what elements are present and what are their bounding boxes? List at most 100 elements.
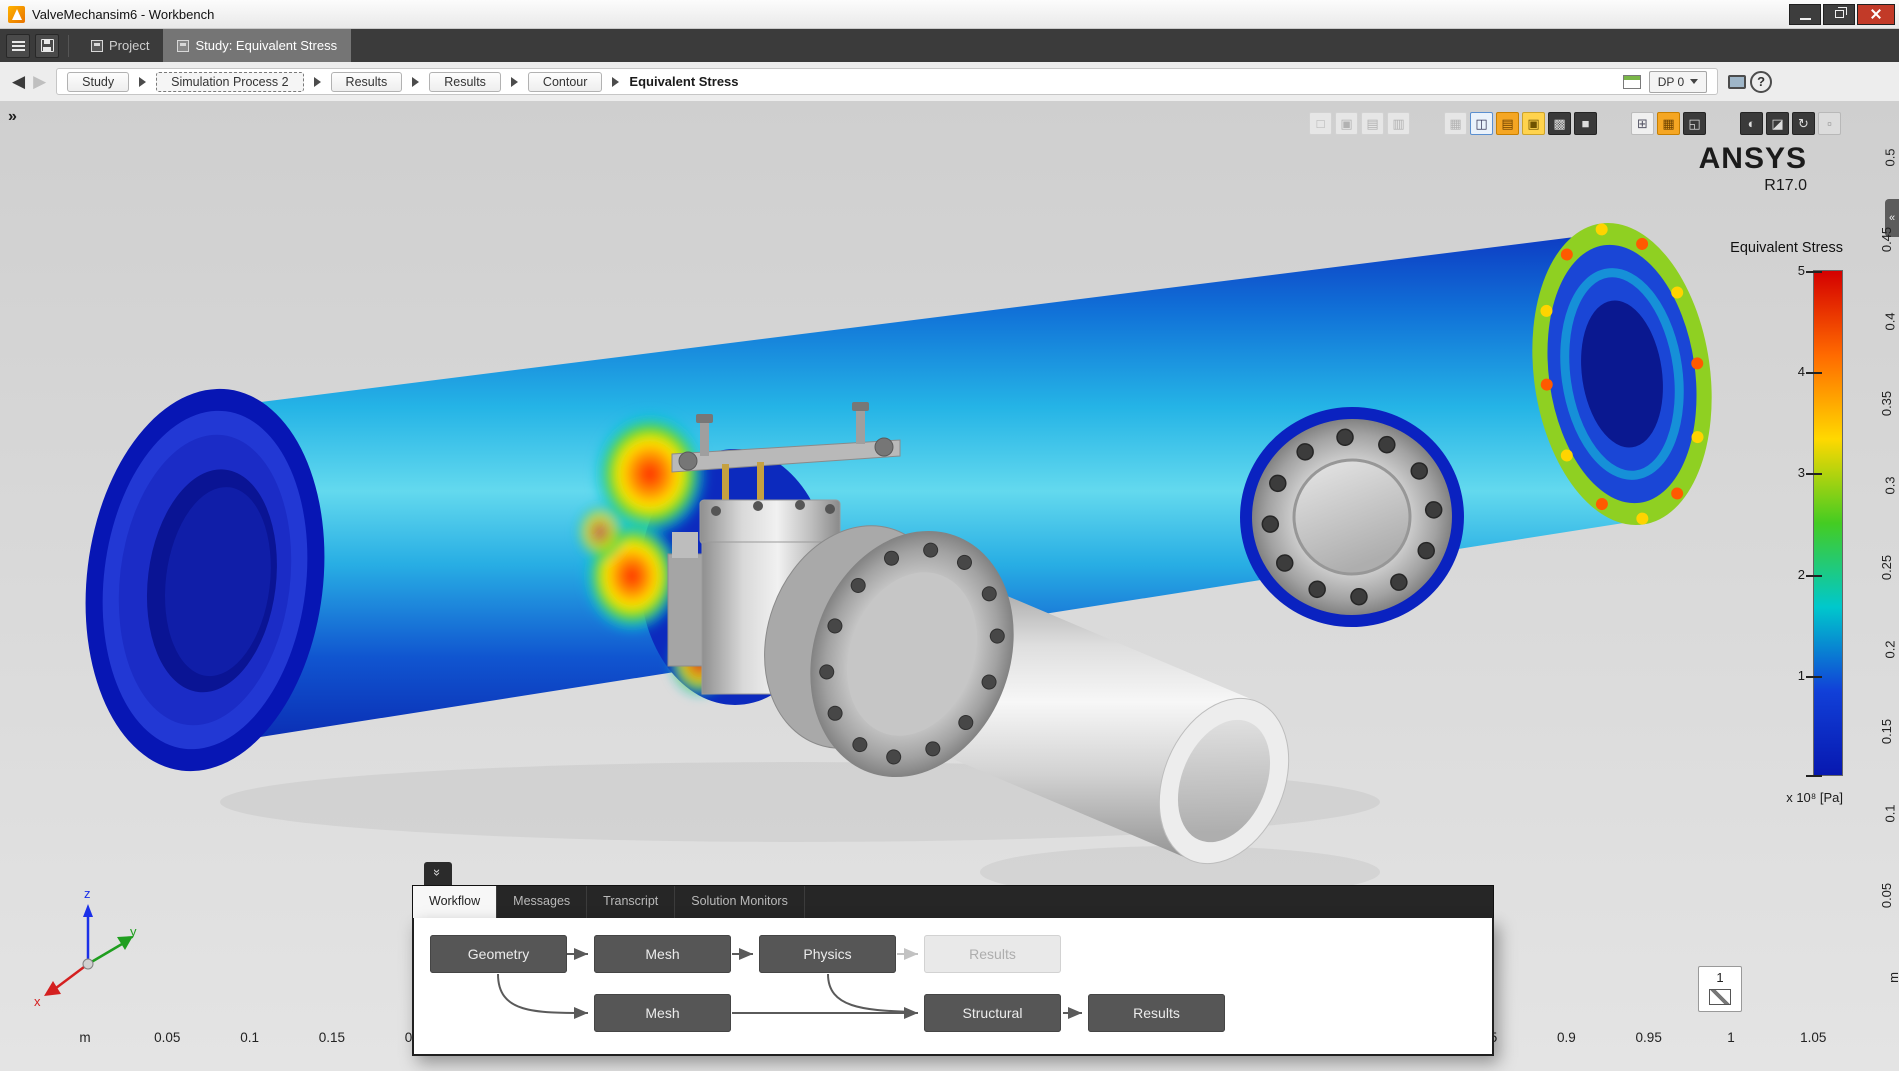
minimize-button[interactable] <box>1789 4 1821 25</box>
h-ruler-label: 0.15 <box>319 1030 345 1045</box>
result-set-number: 1 <box>1699 970 1741 985</box>
stress-legend: Equivalent Stress 5 4 3 2 1 x 10⁸ [Pa] <box>1703 240 1843 805</box>
legend-toggle-icon[interactable]: ▤ <box>1496 112 1519 135</box>
ruler-toggle-icon[interactable]: ▩ <box>1548 112 1571 135</box>
workflow-tab-workflow[interactable]: Workflow <box>413 886 497 918</box>
menubar-divider <box>68 35 69 57</box>
legend-tickmark <box>1806 676 1822 678</box>
tab-study-equivalent-stress[interactable]: Study: Equivalent Stress <box>163 29 351 62</box>
rotate-view-icon[interactable]: ↻ <box>1792 112 1815 135</box>
triad-toggle-icon[interactable]: ▣ <box>1522 112 1545 135</box>
workflow-node-results-disabled[interactable]: Results <box>924 935 1061 973</box>
breadcrumb-current: Equivalent Stress <box>629 74 738 89</box>
snapshot-icon[interactable]: ▫ <box>1818 112 1841 135</box>
breadcrumb-item[interactable]: Contour <box>528 72 602 92</box>
image-icon <box>1709 989 1731 1005</box>
lighting-icon[interactable]: ◐ <box>1740 112 1763 135</box>
breadcrumb-separator-icon <box>412 77 419 87</box>
legend-tick-label: 2 <box>1798 567 1805 582</box>
workflow-canvas: Geometry Mesh Physics Results Mesh Struc… <box>412 918 1494 1056</box>
legend-tickmark <box>1806 473 1822 475</box>
help-button[interactable]: ? <box>1750 71 1772 93</box>
legend-title: Equivalent Stress <box>1703 240 1843 256</box>
chart-tool-icon[interactable]: ▤ <box>1361 112 1384 135</box>
breadcrumb-item[interactable]: Study <box>67 72 129 92</box>
expand-panel-button[interactable]: » <box>8 108 17 126</box>
breadcrumb-item[interactable]: Results <box>331 72 403 92</box>
new-section-icon[interactable]: ⊞ <box>1631 112 1654 135</box>
workflow-tab-messages[interactable]: Messages <box>497 886 587 918</box>
ansys-app-logo-icon <box>8 6 25 23</box>
brand-name: ANSYS <box>1699 144 1807 174</box>
study-icon <box>177 40 189 52</box>
plane-tool-icon[interactable]: □ <box>1309 112 1332 135</box>
ansys-brand: ANSYS R17.0 <box>1699 144 1807 195</box>
breadcrumb-separator-icon <box>612 77 619 87</box>
workflow-tab-solution-monitors[interactable]: Solution Monitors <box>675 886 805 918</box>
h-ruler-label: 0.1 <box>240 1030 259 1045</box>
shadow-icon[interactable]: ◪ <box>1766 112 1789 135</box>
forward-button[interactable]: ▶ <box>33 73 46 90</box>
legend-tick-label: 4 <box>1798 364 1805 379</box>
outline-icon[interactable]: ▦ <box>1444 112 1467 135</box>
view-tools: ⊞▦◱ <box>1631 112 1706 135</box>
legend-tick-label: 3 <box>1798 465 1805 480</box>
restore-icon <box>1835 10 1844 18</box>
legend-tick-label: 1 <box>1798 668 1805 683</box>
workflow-panel: » WorkflowMessagesTranscriptSolution Mon… <box>412 862 1494 1056</box>
restore-button[interactable] <box>1823 4 1855 25</box>
fit-view-icon[interactable]: ◱ <box>1683 112 1706 135</box>
legend-tickmark <box>1806 575 1822 577</box>
legend-tickmark <box>1806 372 1822 374</box>
result-set-indicator[interactable]: 1 <box>1698 966 1742 1012</box>
breadcrumb-bar: ◀ ▶ Study Simulation Process 2 Results Resu… <box>0 62 1899 102</box>
hamburger-icon <box>12 41 25 43</box>
grid-toggle-icon[interactable]: ▦ <box>1657 112 1680 135</box>
v-ruler-label: 0.1 <box>1882 804 1897 822</box>
collapse-workflow-panel-button[interactable]: » <box>424 862 452 885</box>
tab-study-label: Study: Equivalent Stress <box>195 38 337 53</box>
design-point-selector[interactable]: DP 0 <box>1649 71 1707 93</box>
v-ruler-label: 0.4 <box>1882 312 1897 330</box>
legend-tick-label: 5 <box>1798 263 1805 278</box>
legend-unit: x 10⁸ [Pa] <box>1703 790 1843 805</box>
h-ruler-label: 0.95 <box>1636 1030 1662 1045</box>
close-button[interactable] <box>1857 4 1895 25</box>
workflow-node-geometry[interactable]: Geometry <box>430 935 567 973</box>
contour-bands-icon[interactable]: ◫ <box>1470 112 1493 135</box>
workflow-tab-transcript[interactable]: Transcript <box>587 886 675 918</box>
breadcrumb: Study Simulation Process 2 Results Results C… <box>56 68 1718 95</box>
display-settings-icon[interactable] <box>1728 75 1746 89</box>
parameter-set-icon[interactable] <box>1623 75 1641 89</box>
project-icon <box>91 40 103 52</box>
v-ruler-label: 0.5 <box>1882 148 1897 166</box>
minimize-icon <box>1800 18 1811 20</box>
save-button[interactable] <box>35 34 59 58</box>
back-button[interactable]: ◀ <box>12 73 25 90</box>
shaded-exterior-icon[interactable]: ■ <box>1574 112 1597 135</box>
workflow-node-mesh-bottom[interactable]: Mesh <box>594 994 731 1032</box>
workflow-node-results[interactable]: Results <box>1088 994 1225 1032</box>
breadcrumb-item[interactable]: Simulation Process 2 <box>156 72 303 92</box>
workflow-node-structural[interactable]: Structural <box>924 994 1061 1032</box>
workflow-node-physics[interactable]: Physics <box>759 935 896 973</box>
main-menu-button[interactable] <box>6 34 30 58</box>
v-ruler-label: 0.45 <box>1879 227 1894 252</box>
window-title: ValveMechansim6 - Workbench <box>32 7 214 22</box>
tab-project[interactable]: Project <box>77 29 163 62</box>
legend-tickmark <box>1806 271 1822 273</box>
menubar: Project Study: Equivalent Stress <box>0 29 1899 62</box>
breadcrumb-item[interactable]: Results <box>429 72 501 92</box>
triad-x-label: x <box>34 994 41 1009</box>
v-ruler-label: 0.3 <box>1882 476 1897 494</box>
titlebar: ValveMechansim6 - Workbench <box>0 0 1899 29</box>
breadcrumb-separator-icon <box>139 77 146 87</box>
v-ruler-label: 0.05 <box>1879 883 1894 908</box>
brand-version: R17.0 <box>1699 177 1807 195</box>
h-ruler-label: m <box>79 1030 90 1045</box>
v-ruler-label: 0.15 <box>1879 719 1894 744</box>
triad-y-label: y <box>130 924 137 939</box>
path-tool-icon[interactable]: ▣ <box>1335 112 1358 135</box>
workflow-node-mesh-top[interactable]: Mesh <box>594 935 731 973</box>
table-tool-icon[interactable]: ▥ <box>1387 112 1410 135</box>
